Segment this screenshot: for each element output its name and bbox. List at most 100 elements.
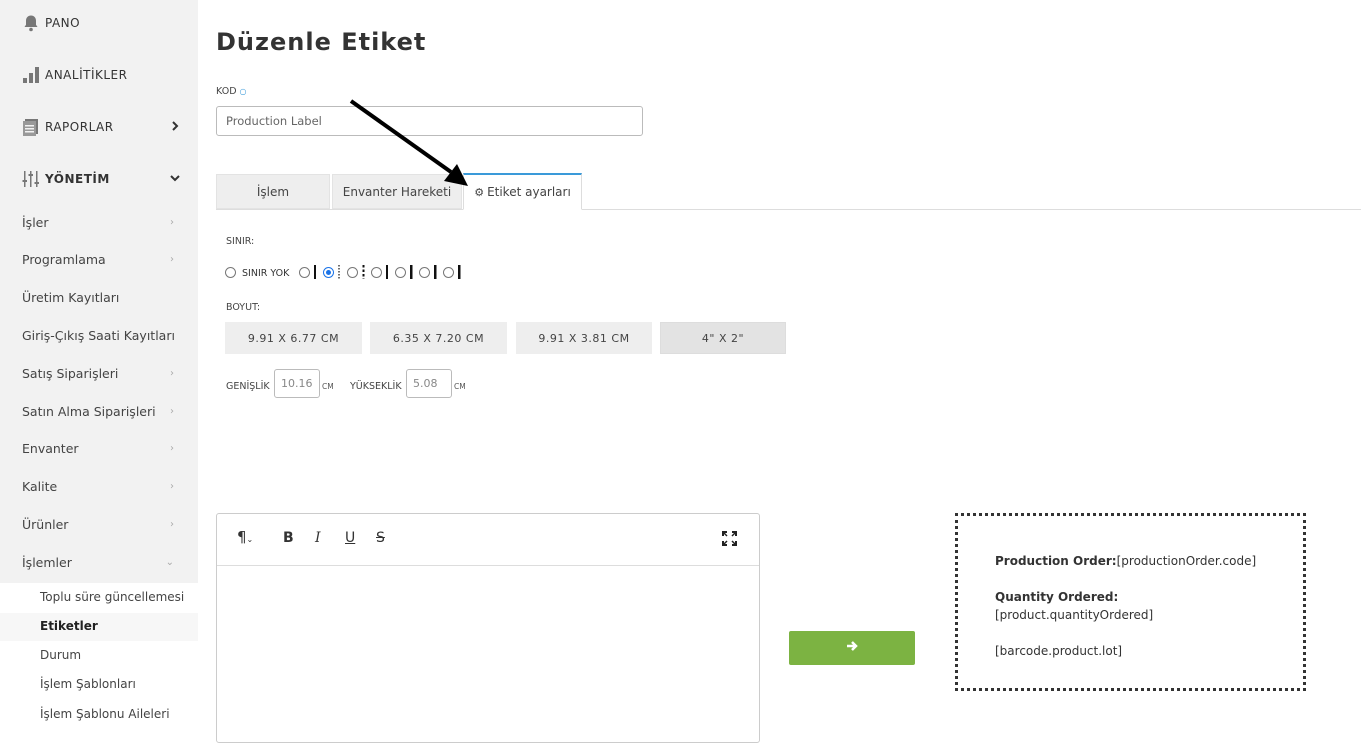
sidebar-item-urunler[interactable]: Ürünler ›	[22, 517, 174, 532]
height-label: YÜKSEKLİK	[350, 381, 402, 392]
size-button[interactable]: 6.35 X 7.20 CM	[370, 322, 507, 354]
tab-islem[interactable]: İşlem	[216, 174, 330, 209]
sidebar-item-label: İşler	[22, 215, 49, 230]
radio-border-thickest[interactable]	[443, 266, 455, 278]
radio-border-dotted[interactable]	[347, 266, 359, 278]
no-border-label: SINIR YOK	[242, 268, 290, 279]
size-button-selected[interactable]: 4" X 2"	[660, 322, 786, 354]
sidebar-item-label: Kalite	[22, 479, 58, 494]
sidebar-item-analitikler[interactable]: ANALİTİKLER	[22, 66, 182, 84]
sidebar-item-islemler[interactable]: İşlemler ⌄	[22, 555, 174, 570]
radio-border-thin[interactable]	[299, 266, 311, 278]
bar-chart-icon	[22, 66, 40, 84]
sidebar-item-etiketler[interactable]: Etiketler	[40, 619, 98, 633]
sidebar-item-uretim-kayitlari[interactable]: Üretim Kayıtları	[22, 290, 174, 305]
chevron-right-icon	[170, 120, 180, 135]
border-solid-thicker-icon	[434, 265, 437, 279]
kod-label-text: KOD	[216, 86, 237, 97]
gear-icon: ⚙	[474, 185, 485, 199]
sidebar-item-programlama[interactable]: Programlama ›	[22, 252, 174, 267]
kod-label: KOD ○	[216, 86, 247, 97]
sidebar-item-label: Ürünler	[22, 517, 69, 532]
sidebar-item-label: Giriş-Çıkış Saati Kayıtları	[22, 328, 175, 343]
width-label: GENİŞLİK	[226, 381, 270, 392]
sidebar-item-kalite[interactable]: Kalite ›	[22, 479, 174, 494]
width-input[interactable]	[274, 369, 320, 398]
sidebar-item-label: ANALİTİKLER	[45, 68, 128, 82]
bell-icon	[22, 14, 40, 32]
size-label: BOYUT:	[226, 302, 261, 313]
preview-line: [product.quantityOrdered]	[995, 608, 1154, 622]
kod-input[interactable]	[216, 106, 643, 136]
sidebar-item-label: İşlemler	[22, 555, 72, 570]
size-button[interactable]: 9.91 X 6.77 CM	[225, 322, 362, 354]
sidebar-item-label: Üretim Kayıtları	[22, 290, 120, 305]
strikethrough-icon[interactable]: S	[376, 530, 385, 546]
radio-border-medium[interactable]	[371, 266, 383, 278]
border-dotted-fine-icon	[338, 265, 340, 279]
radio-border-thicker[interactable]	[419, 266, 431, 278]
sidebar-item-label: YÖNETİM	[45, 172, 110, 186]
label-preview: Production Order:[productionOrder.code] …	[955, 513, 1306, 691]
border-solid-thickest-icon	[458, 265, 461, 279]
sidebar-item-satin-alma[interactable]: Satın Alma Siparişleri ›	[22, 404, 174, 419]
height-unit: CM	[454, 382, 466, 391]
tab-label: Envanter Hareketi	[342, 184, 452, 199]
sidebar-item-toplu-sure[interactable]: Toplu süre güncellemesi	[40, 590, 184, 604]
fullscreen-icon[interactable]	[722, 531, 737, 550]
underline-icon[interactable]: U	[345, 530, 355, 546]
preview-line: Quantity Ordered:	[995, 590, 1118, 604]
chevron-right-icon: ›	[170, 443, 174, 454]
height-input[interactable]	[406, 369, 452, 398]
paragraph-icon[interactable]: ¶⌄	[237, 528, 253, 546]
sidebar: PANO ANALİTİKLER RAPORLAR YÖNETİM İşler ›…	[0, 0, 198, 734]
page-title: Düzenle Etiket	[216, 28, 427, 56]
tabs-divider	[216, 209, 1361, 210]
border-dotted-icon	[362, 265, 365, 279]
apply-button[interactable]	[789, 631, 915, 665]
border-options: SINIR YOK	[225, 265, 467, 279]
radio-border-dashed-fine[interactable]	[323, 266, 335, 278]
active-item-highlight	[0, 613, 198, 641]
border-label: SINIR:	[226, 236, 255, 247]
sidebar-item-giris-cikis[interactable]: Giriş-Çıkış Saati Kayıtları	[22, 328, 192, 343]
chevron-right-icon: ›	[170, 254, 174, 265]
chevron-down-icon: ⌄	[165, 557, 174, 568]
chevron-right-icon: ›	[170, 481, 174, 492]
border-solid-thin-icon	[314, 265, 317, 279]
chevron-right-icon: ›	[170, 519, 174, 530]
tab-label: Etiket ayarları	[487, 185, 571, 199]
sidebar-item-raporlar[interactable]: RAPORLAR	[22, 118, 182, 136]
italic-icon[interactable]: I	[315, 530, 321, 546]
preview-field-label: Production Order:	[995, 554, 1117, 568]
editor-toolbar: ¶⌄ B I U S	[217, 514, 759, 566]
sidebar-item-isler[interactable]: İşler ›	[22, 215, 174, 230]
tab-envanter-hareketi[interactable]: Envanter Hareketi	[332, 174, 462, 209]
chevron-right-icon: ›	[170, 406, 174, 417]
border-solid-thick-icon	[410, 265, 413, 279]
sidebar-item-envanter[interactable]: Envanter ›	[22, 441, 174, 456]
chevron-right-icon: ›	[170, 368, 174, 379]
report-icon	[22, 118, 40, 136]
main-content: Düzenle Etiket KOD ○ İşlem Envanter Hare…	[198, 0, 1361, 743]
sidebar-item-yonetim[interactable]: YÖNETİM	[22, 170, 182, 188]
label-editor[interactable]: ¶⌄ B I U S	[216, 513, 760, 743]
radio-border-thick[interactable]	[395, 266, 407, 278]
sliders-icon	[22, 170, 40, 188]
sidebar-item-durum[interactable]: Durum	[40, 648, 81, 662]
sidebar-item-label: Programlama	[22, 252, 106, 267]
sidebar-item-islem-sablonlari[interactable]: İşlem Şablonları	[40, 677, 136, 691]
arrow-right-icon	[846, 640, 858, 656]
preview-field-value: [productionOrder.code]	[1116, 554, 1257, 568]
sidebar-item-pano[interactable]: PANO	[22, 14, 182, 32]
radio-no-border[interactable]	[225, 266, 236, 278]
sidebar-item-label: Satın Alma Siparişleri	[22, 404, 156, 419]
size-button[interactable]: 9.91 X 3.81 CM	[516, 322, 652, 354]
tab-etiket-ayarlari[interactable]: ⚙ Etiket ayarları	[463, 173, 582, 210]
sidebar-item-label: PANO	[45, 16, 81, 30]
sidebar-item-satis-siparisleri[interactable]: Satış Siparişleri ›	[22, 366, 174, 381]
bold-icon[interactable]: B	[283, 530, 294, 546]
required-indicator-icon: ○	[239, 87, 247, 96]
sidebar-item-islem-sablonu-aileleri[interactable]: İşlem Şablonu Aileleri	[40, 707, 170, 721]
sidebar-item-label: Satış Siparişleri	[22, 366, 119, 381]
